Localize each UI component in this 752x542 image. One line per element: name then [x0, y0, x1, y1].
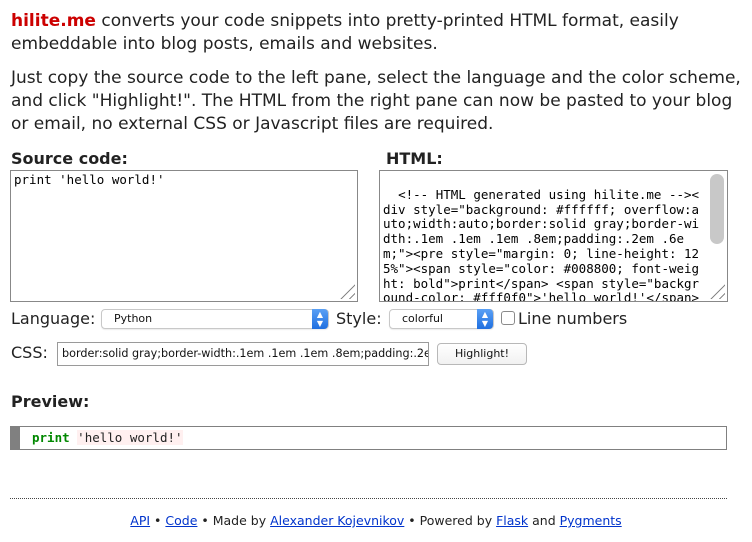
- language-label: Language:: [11, 309, 96, 328]
- made-by-text: • Made by: [197, 513, 271, 528]
- powered-by-text: • Powered by: [404, 513, 497, 528]
- style-select[interactable]: colorful ▲ ▼: [389, 309, 494, 329]
- language-select[interactable]: Python ▲ ▼: [101, 309, 329, 329]
- author-link[interactable]: Alexander Kojevnikov: [270, 513, 404, 528]
- resize-grip-icon[interactable]: [707, 281, 725, 299]
- source-code-textarea[interactable]: print 'hello world!': [10, 170, 358, 302]
- pygments-link[interactable]: Pygments: [560, 513, 622, 528]
- intro-paragraph: hilite.me converts your code snippets in…: [11, 10, 741, 56]
- line-numbers-checkbox[interactable]: [501, 311, 515, 325]
- language-select-value: Python: [114, 312, 153, 325]
- style-select-value: colorful: [402, 312, 443, 325]
- source-code-text: print 'hello world!': [14, 172, 165, 187]
- and-text: and: [528, 513, 560, 528]
- select-arrows-icon: ▲ ▼: [477, 309, 493, 329]
- code-link[interactable]: Code: [165, 513, 197, 528]
- style-label: Style:: [336, 309, 382, 328]
- css-label: CSS:: [11, 343, 48, 362]
- scrollbar-thumb[interactable]: [710, 174, 724, 244]
- instructions-paragraph: Just copy the source code to the left pa…: [11, 68, 741, 134]
- highlight-button[interactable]: Highlight!: [437, 343, 527, 365]
- footer-divider: [10, 498, 727, 499]
- resize-grip-icon[interactable]: [337, 281, 355, 299]
- intro-text: converts your code snippets into pretty-…: [11, 11, 679, 54]
- footer-separator: •: [150, 513, 166, 528]
- preview-label: Preview:: [11, 392, 90, 411]
- brand-name: hilite.me: [11, 11, 96, 31]
- select-arrows-icon: ▲ ▼: [312, 309, 328, 329]
- preview-box: print 'hello world!': [10, 426, 727, 450]
- source-code-label: Source code:: [11, 149, 128, 168]
- flask-link[interactable]: Flask: [496, 513, 528, 528]
- html-label: HTML:: [386, 149, 443, 168]
- preview-string: 'hello world!': [77, 430, 183, 445]
- footer: API • Code • Made by Alexander Kojevniko…: [0, 513, 752, 528]
- html-output-textarea[interactable]: <!-- HTML generated using hilite.me --><…: [379, 170, 728, 302]
- api-link[interactable]: API: [130, 513, 150, 528]
- line-numbers-label[interactable]: Line numbers: [518, 309, 627, 328]
- css-input[interactable]: border:solid gray;border-width:.1em .1em…: [57, 342, 429, 366]
- preview-keyword: print: [32, 430, 70, 445]
- html-output-text: <!-- HTML generated using hilite.me --><…: [383, 186, 700, 302]
